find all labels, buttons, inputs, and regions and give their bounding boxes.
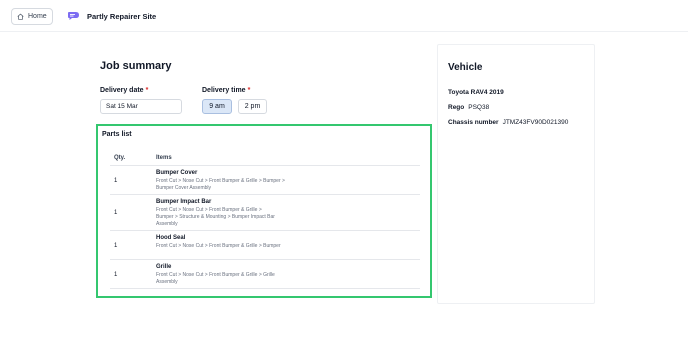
delivery-date-label-text: Delivery date [100,87,144,94]
table-row: 1 Bumper Cover Front Cut > Nose Cut > Fr… [110,166,420,195]
part-qty: 1 [114,243,118,249]
table-row: 1 Bumper Impact Bar Front Cut > Nose Cut… [110,195,420,231]
time-option-9am[interactable]: 9 am [202,99,232,114]
home-icon [17,13,24,20]
table-row: 1 Hood Seal Front Cut > Nose Cut > Front… [110,231,420,260]
rego-row: Rego PSQ38 [448,104,489,111]
part-name: Hood Seal [156,235,186,241]
delivery-date-input[interactable] [100,99,182,114]
top-bar: Home Partly Repairer Site [0,0,688,32]
part-name: Grille [156,264,172,270]
parts-table-header: Qty. Items [110,150,420,166]
rego-label: Rego [448,104,465,111]
qty-column-header: Qty. [114,155,126,161]
part-category-path: Front Cut > Nose Cut > Front Bumper & Gr… [156,243,281,249]
delivery-time-label: Delivery time * [202,87,250,94]
parts-table: Qty. Items 1 Bumper Cover Front Cut > No… [110,150,420,289]
part-category-path: Front Cut > Nose Cut > Front Bumper & Gr… [156,207,275,227]
delivery-time-label-text: Delivery time [202,87,246,94]
chassis-value: JTMZ43FV90D021390 [502,119,569,126]
part-name: Bumper Impact Bar [156,199,212,205]
chassis-label: Chassis number [448,119,499,126]
parts-list-title: Parts list [102,131,132,138]
partly-logo-icon [68,12,79,20]
part-qty: 1 [114,178,118,184]
rego-value: PSQ38 [468,104,490,111]
vehicle-model: Toyota RAV4 2019 [448,89,504,96]
part-qty: 1 [114,272,118,278]
part-qty: 1 [114,210,118,216]
delivery-date-label: Delivery date * [100,87,148,94]
parts-list-panel: Parts list Qty. Items 1 Bumper Cover Fro… [96,124,432,298]
home-button[interactable]: Home [11,8,53,25]
vehicle-title: Vehicle [448,62,483,73]
site-name: Partly Repairer Site [87,12,157,21]
required-marker: * [247,87,251,94]
time-option-2pm[interactable]: 2 pm [238,99,267,114]
home-button-label: Home [28,13,47,20]
items-column-header: Items [156,155,172,161]
chassis-row: Chassis number JTMZ43FV90D021390 [448,119,568,126]
part-category-path: Front Cut > Nose Cut > Front Bumper & Gr… [156,178,285,191]
required-marker: * [145,87,149,94]
table-row: 1 Grille Front Cut > Nose Cut > Front Bu… [110,260,420,289]
part-category-path: Front Cut > Nose Cut > Front Bumper & Gr… [156,272,275,285]
part-name: Bumper Cover [156,170,198,176]
job-summary-title: Job summary [100,60,172,72]
vehicle-card: Vehicle Toyota RAV4 2019 Rego PSQ38 Chass… [437,44,595,304]
